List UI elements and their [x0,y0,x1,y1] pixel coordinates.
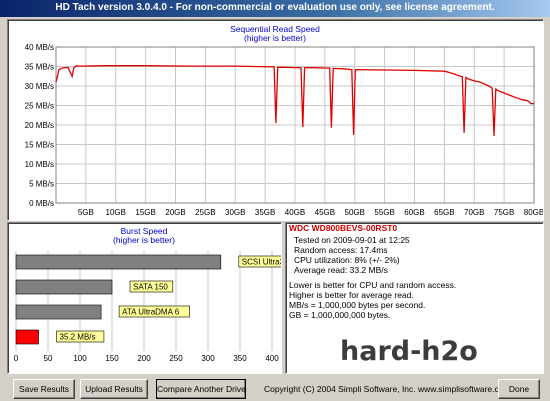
sequential-read-chart: Sequential Read Speed(higher is better)0… [25,24,545,217]
y-tick-label: 0 MB/s [29,199,54,208]
x-tick-label: 15GB [135,208,155,217]
note-line: Lower is better for CPU and random acces… [289,280,457,290]
average-read: Average read: 33.2 MB/s [294,265,388,275]
x-tick-label: 55GB [374,208,394,217]
burst-tick-label: 200 [137,354,151,363]
x-tick-label: 80GB [524,208,543,217]
drive-name: WDC WD800BEVS-00RST0 [289,223,398,233]
done-button[interactable]: Done [498,379,540,399]
note-line: Higher is better for average read. [289,290,414,300]
tested-on: Tested on 2009-09-01 at 12:25 [294,235,410,245]
copyright-text: Copyright (C) 2004 Simpli Software, Inc.… [264,384,511,394]
burst-bar [15,254,222,270]
title-bar[interactable]: HD Tach version 3.0.4.0 - For non-commer… [0,0,550,17]
burst-tick-label: 300 [201,354,215,363]
y-tick-label: 5 MB/s [29,180,54,189]
x-tick-label: 75GB [494,208,514,217]
burst-tick-label: 350 [233,354,247,363]
burst-tick-label: 150 [105,354,119,363]
x-tick-label: 65GB [434,208,454,217]
y-tick-label: 25 MB/s [25,102,54,111]
random-access: Random access: 17.4ms [294,245,388,255]
y-tick-label: 10 MB/s [25,160,54,169]
save-results-button[interactable]: Save Results [13,379,75,399]
burst-bar [15,279,113,295]
x-tick-label: 35GB [255,208,275,217]
x-tick-label: 40GB [285,208,305,217]
burst-bar-label: SATA 150 [133,283,168,292]
x-tick-label: 60GB [404,208,424,217]
burst-tick-label: 400 [265,354,279,363]
burst-tick-label: 250 [169,354,183,363]
cpu-utilization: CPU utilization: 8% (+/- 2%) [294,255,400,265]
burst-speed-chart: Burst Speed(higher is better)0 50 100 150 20… [14,226,305,363]
note-line: MB/s = 1,000,000 bytes per second. [289,300,426,310]
x-tick-label: 5GB [78,208,94,217]
burst-speed-panel: Burst Speed (higher is better) 0 50 100 150 20… [7,222,305,374]
x-tick-label: 25GB [195,208,215,217]
hdtach-window: HD Tach version 3.0.4.0 - For non-commer… [0,0,550,401]
y-tick-label: 15 MB/s [25,141,54,150]
burst-bar [15,329,39,345]
y-tick-label: 35 MB/s [25,63,54,72]
sequential-read-panel: Sequential Read Speed (higher is better) 0… [7,19,544,221]
y-tick-label: 40 MB/s [25,43,54,52]
x-tick-label: 70GB [464,208,484,217]
upload-results-button[interactable]: Upload Results [80,379,148,399]
x-tick-label: 45GB [315,208,335,217]
burst-bar-label: SCSI Ultra320 [242,258,281,267]
window-title: HD Tach version 3.0.4.0 - For non-commer… [55,2,495,13]
x-tick-label: 20GB [165,208,185,217]
compare-drive-button[interactable]: Compare Another Drive [156,379,246,399]
y-tick-label: 30 MB/s [25,82,54,91]
note-line: GB = 1,000,000,000 bytes. [289,310,391,320]
burst-bar [15,304,102,320]
burst-tick-label: 100 [73,354,87,363]
burst-tick-label: 0 [14,354,19,363]
burst-subtitle: (higher is better) [113,235,175,245]
chart-subtitle: (higher is better) [244,33,306,43]
x-tick-label: 10GB [106,208,126,217]
burst-bar-label: 35.2 MB/s [60,333,96,342]
y-tick-label: 20 MB/s [25,121,54,130]
burst-tick-label: 50 [44,354,53,363]
x-tick-label: 50GB [345,208,365,217]
burst-bar-label: ATA UltraDMA 6 [122,308,180,317]
watermark-logo: hard-h2o [340,336,478,367]
x-tick-label: 30GB [225,208,245,217]
